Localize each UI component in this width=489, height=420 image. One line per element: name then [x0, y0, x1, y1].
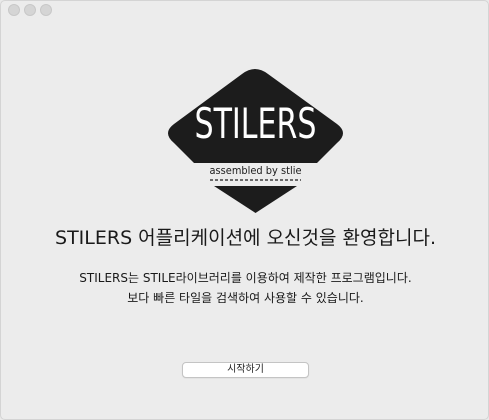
welcome-heading: STILERS 어플리케이션에 오신것을 환영합니다.	[55, 227, 436, 249]
logo-tagline: assembled by stlie	[210, 165, 302, 177]
description-line-2: 보다 빠른 타일을 검색하여 사용할 수 있습니다.	[127, 291, 364, 305]
close-window-button[interactable]	[8, 4, 20, 16]
app-window: STILERS assembled by stlie STILERS 어플리케이…	[0, 0, 489, 420]
description-line-1: STILERS는 STILE라이브러리를 이용하여 제작한 프로그램입니다.	[79, 271, 412, 285]
stilers-logo: STILERS assembled by stlie	[162, 68, 349, 213]
title-bar	[1, 1, 488, 23]
logo-bottom-triangle	[214, 186, 297, 213]
logo-wordmark: STILERS	[195, 99, 317, 148]
start-button[interactable]: 시작하기	[182, 362, 309, 378]
maximize-window-button[interactable]	[40, 4, 52, 16]
minimize-window-button[interactable]	[24, 4, 36, 16]
